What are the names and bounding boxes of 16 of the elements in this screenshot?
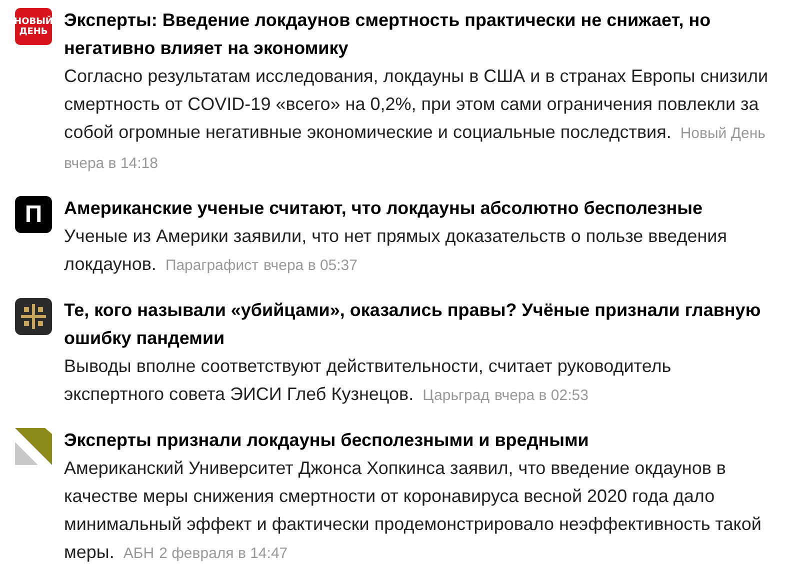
news-headline[interactable]: Эксперты признали локдауны бесполезными и вредными	[64, 426, 774, 454]
news-time: вчера в 05:37	[264, 257, 358, 274]
news-headline[interactable]: Американские ученые считают, что локдауны абсолютно бесполезные	[64, 194, 774, 222]
news-summary: Американский Университет Джонса Хопкинса заявил, что введение окдаунов в качестве меры снижения смертности от коронавируса весной 2020 года дало минимальный эффект и фактически продемонстрировало неэффективность такой меры. АБН 2 февраля в 14:47	[64, 457, 762, 564]
news-headline[interactable]: Те, кого называли «убийцами», оказались правы? Учёные признали главную ошибку пандемии	[64, 296, 774, 352]
news-summary: Выводы вполне соответствуют действительности, считает руководитель экспертного совета ЭИСИ Глеб Кузнецов. Царьград вчера в 02:53	[64, 355, 672, 406]
news-summary: Ученые из Америки заявили, что нет прямых доказательств о пользе введения локдаунов. Параграфист вчера в 05:37	[64, 225, 728, 276]
news-summary: Согласно результатам исследования, локдауны в США и в странах Европы снизили смертность от COVID-19 «всего» на 0,2%, при этом сами ограничения повлекли за собой огромные негативные экономические и социальные последствия. Новый День вчера в 14:18	[64, 65, 770, 174]
logo	[15, 428, 52, 465]
logo: П	[15, 196, 52, 233]
news-time: вчера в 14:18	[64, 155, 158, 172]
logo: НОВЫЙ ДЕНЬ	[15, 8, 52, 45]
news-time: вчера в 02:53	[494, 387, 588, 404]
news-headline[interactable]: Эксперты: Введение локдаунов смертность практически не снижает, но негативно влияет на экономику	[64, 6, 774, 62]
news-time: 2 февраля в 14:47	[159, 545, 288, 562]
logo	[15, 298, 52, 335]
